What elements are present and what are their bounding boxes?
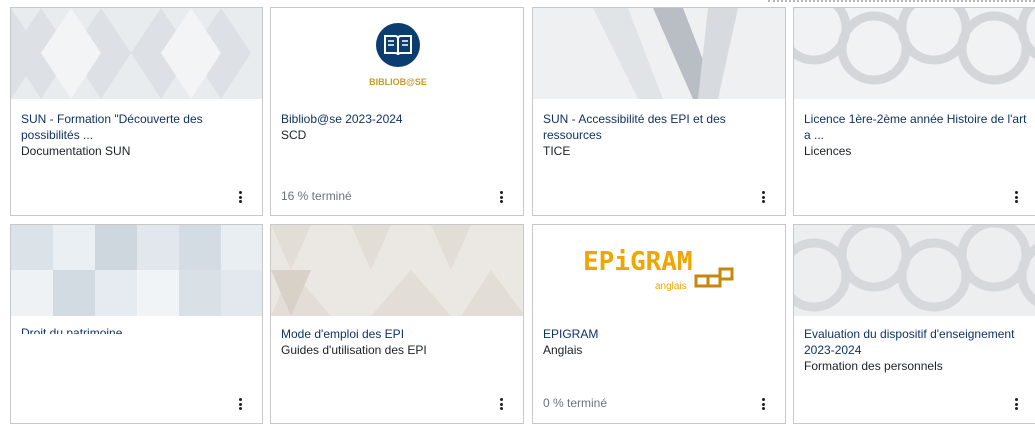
course-card[interactable]: SUN - Accessibilité des EPI et des resso… <box>532 7 786 216</box>
course-menu-icon[interactable] <box>500 398 503 410</box>
course-card[interactable]: Mode d'emploi des EPI Guides d'utilisati… <box>270 224 524 424</box>
course-image: BIBLIOB@SE <box>271 8 523 99</box>
course-title[interactable]: SUN - Formation "Découverte des possibil… <box>21 111 252 143</box>
course-menu-icon[interactable] <box>500 191 503 203</box>
course-menu-icon[interactable] <box>1015 398 1018 410</box>
course-category: Licences <box>804 144 852 158</box>
course-card[interactable]: SUN - Formation "Découverte des possibil… <box>10 7 263 216</box>
course-image: EPiGRAM anglais <box>533 225 785 316</box>
svg-text:anglais: anglais <box>655 281 687 292</box>
course-card[interactable]: Droit du patrimoine <box>10 224 263 424</box>
course-image <box>271 225 523 316</box>
course-category: Guides d'utilisation des EPI <box>281 343 427 357</box>
course-menu-icon[interactable] <box>239 191 242 203</box>
course-title[interactable]: Licence 1ère-2ème année Histoire de l'ar… <box>804 111 1032 143</box>
course-card[interactable]: Evaluation du dispositif d'enseignement … <box>793 224 1035 424</box>
bibliobase-logo: BIBLIOB@SE <box>369 77 427 87</box>
course-card[interactable]: Licence 1ère-2ème année Histoire de l'ar… <box>793 7 1035 216</box>
course-title[interactable]: Evaluation du dispositif d'enseignement … <box>804 326 1024 358</box>
course-category: Documentation SUN <box>21 144 131 158</box>
epigram-logo: EPiGRAM <box>583 247 693 277</box>
course-image <box>794 225 1035 316</box>
progress-text: 0 % terminé <box>543 396 608 410</box>
course-image <box>533 8 785 99</box>
course-menu-icon[interactable] <box>762 191 765 203</box>
drop-zone-indicator <box>768 0 1035 6</box>
course-category: SCD <box>281 128 307 142</box>
course-image <box>11 8 262 99</box>
course-image <box>11 225 262 316</box>
course-title[interactable]: EPIGRAM <box>543 326 775 342</box>
course-image <box>794 8 1035 99</box>
course-title[interactable]: Droit du patrimoine <box>21 325 252 334</box>
course-title[interactable]: SUN - Accessibilité des EPI et des resso… <box>543 111 775 143</box>
course-menu-icon[interactable] <box>1015 191 1018 203</box>
progress-text: 16 % terminé <box>281 189 352 203</box>
course-card[interactable]: EPiGRAM anglais EPIGRAM Anglais 0 % term… <box>532 224 786 424</box>
course-title[interactable]: Bibliob@se 2023-2024 <box>281 111 513 127</box>
course-category: Formation des personnels <box>804 359 943 373</box>
course-category: Anglais <box>543 343 583 357</box>
course-menu-icon[interactable] <box>239 398 242 410</box>
course-category: TICE <box>543 144 571 158</box>
course-card[interactable]: BIBLIOB@SE Bibliob@se 2023-2024 SCD 16 %… <box>270 7 524 216</box>
course-title[interactable]: Mode d'emploi des EPI <box>281 326 513 342</box>
course-menu-icon[interactable] <box>762 398 765 410</box>
